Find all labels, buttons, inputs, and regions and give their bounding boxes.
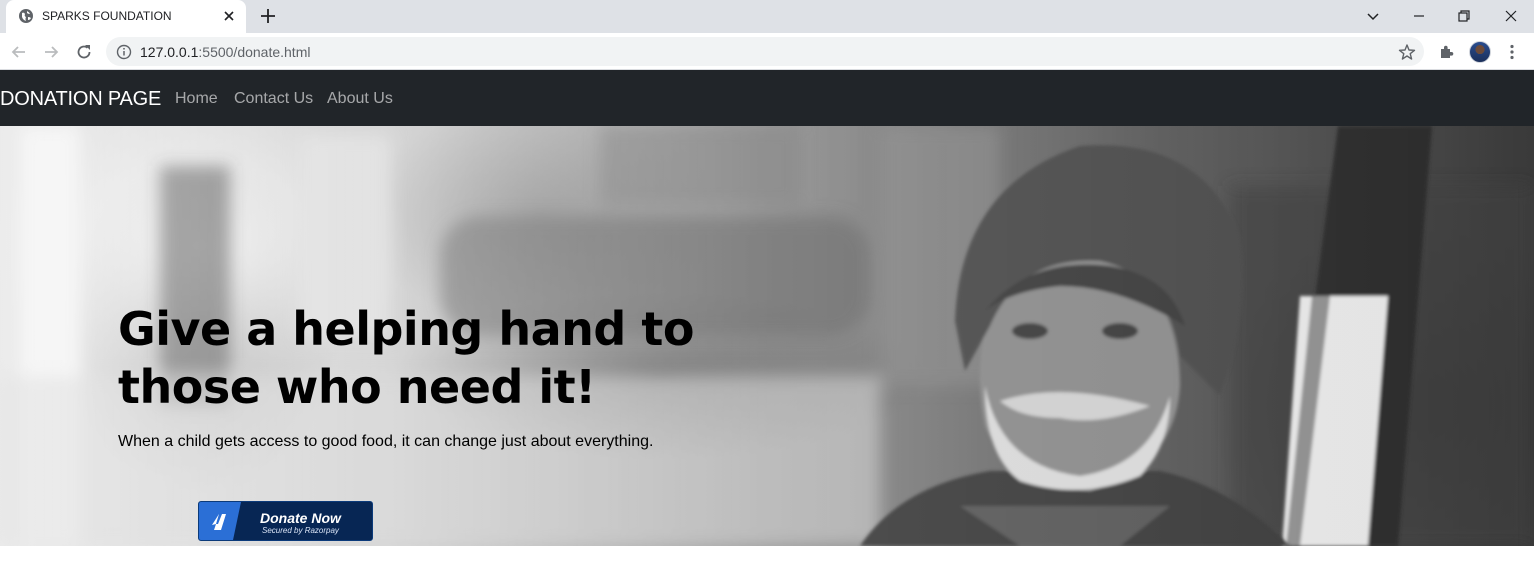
nav-link-about-us[interactable]: About Us xyxy=(327,90,393,108)
browser-tabstrip: SPARKS FOUNDATION xyxy=(0,0,1534,33)
minimize-icon[interactable] xyxy=(1407,4,1431,28)
globe-icon xyxy=(19,9,33,23)
razorpay-icon xyxy=(212,514,226,530)
url-host: 127.0.0.1 xyxy=(140,44,199,60)
tab-search-icon[interactable] xyxy=(1361,4,1385,28)
hero-tagline: When a child gets access to good food, i… xyxy=(118,433,654,450)
razorpay-logo xyxy=(199,502,241,540)
nav-link-contact-us[interactable]: Contact Us xyxy=(234,90,313,108)
browser-toolbar: 127.0.0.1:5500/donate.html xyxy=(0,33,1534,70)
donate-sublabel: Secured by Razorpay xyxy=(262,526,339,535)
bookmark-star-icon[interactable] xyxy=(1398,43,1416,61)
tab-title: SPARKS FOUNDATION xyxy=(42,9,172,23)
address-bar[interactable]: 127.0.0.1:5500/donate.html xyxy=(106,37,1424,66)
back-arrow-icon[interactable] xyxy=(9,42,29,62)
close-window-icon[interactable] xyxy=(1499,4,1523,28)
donate-now-button[interactable]: Donate Now Secured by Razorpay xyxy=(198,501,373,541)
nav-link-home[interactable]: Home xyxy=(175,90,218,108)
headline-line-1: Give a helping hand to xyxy=(118,302,694,356)
donate-label: Donate Now xyxy=(260,510,341,526)
forward-arrow-icon[interactable] xyxy=(41,42,61,62)
kebab-menu-icon[interactable] xyxy=(1502,42,1522,62)
headline-line-2: those who need it! xyxy=(118,360,596,414)
extensions-puzzle-icon[interactable] xyxy=(1437,42,1457,62)
site-navbar: DONATION PAGE Home Contact Us About Us xyxy=(0,70,1534,126)
close-tab-icon[interactable] xyxy=(221,8,237,24)
browser-tab[interactable]: SPARKS FOUNDATION xyxy=(6,0,246,33)
url-path: :5500/donate.html xyxy=(198,44,311,60)
profile-avatar[interactable] xyxy=(1469,41,1491,63)
restore-icon[interactable] xyxy=(1452,4,1476,28)
info-icon[interactable] xyxy=(116,44,132,60)
url-text: 127.0.0.1:5500/donate.html xyxy=(140,44,310,60)
new-tab-icon[interactable] xyxy=(258,6,278,26)
reload-icon[interactable] xyxy=(74,42,94,62)
navbar-brand[interactable]: DONATION PAGE xyxy=(0,88,161,111)
hero-headline: Give a helping hand to those who need it… xyxy=(118,300,738,416)
hero-section: Give a helping hand to those who need it… xyxy=(0,126,1534,546)
